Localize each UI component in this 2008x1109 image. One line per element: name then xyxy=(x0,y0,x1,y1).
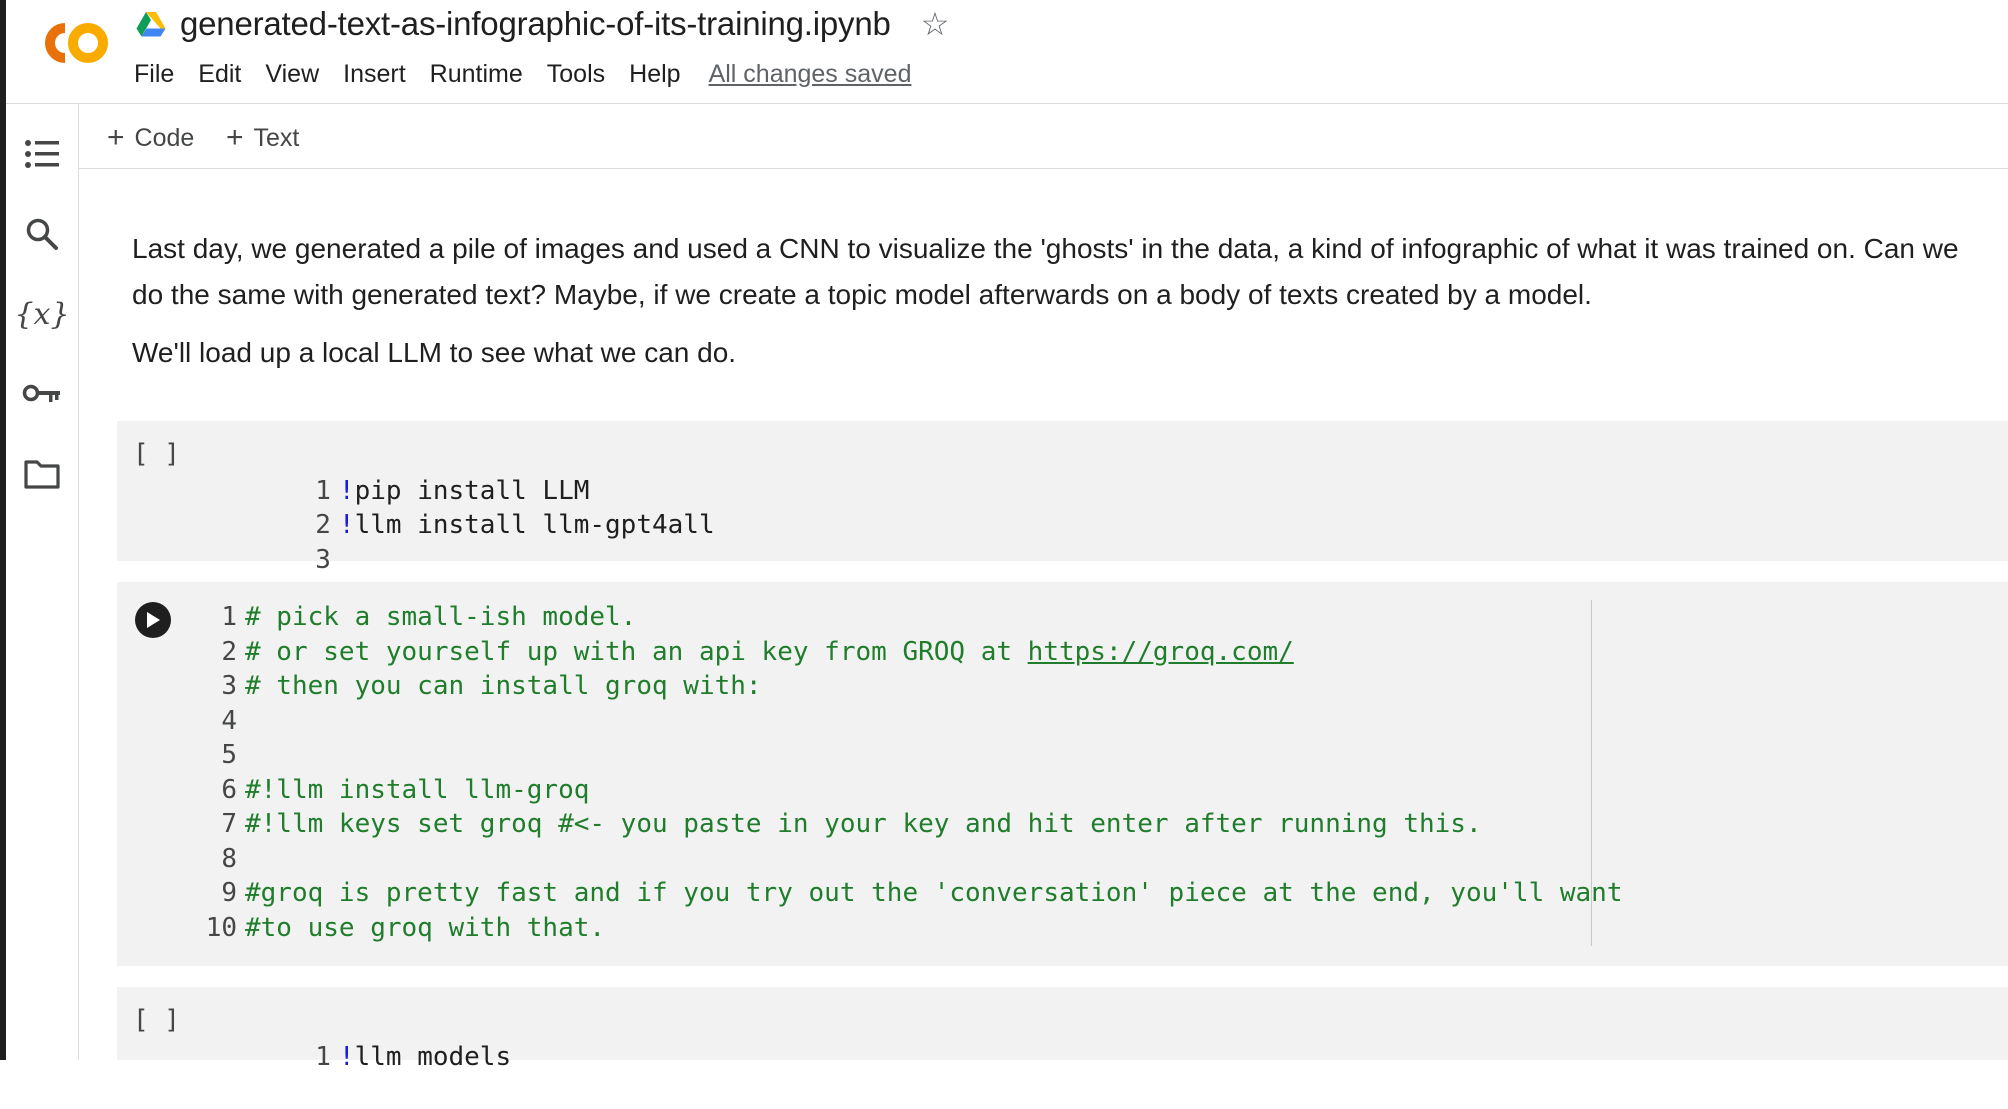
code-comment: #!llm install llm-groq xyxy=(245,774,590,805)
line-number: 1 xyxy=(221,602,237,632)
code-line: 3 # then you can install groq with: xyxy=(185,669,1623,704)
code-editor[interactable]: 1 # pick a small-ish model. 2 # or set you… xyxy=(185,600,1623,945)
notebook-toolbar: + Code + Text xyxy=(79,104,2008,169)
shell-bang: ! xyxy=(338,1041,355,1072)
add-text-button[interactable]: + Text xyxy=(226,120,299,156)
plus-icon: + xyxy=(226,121,244,154)
code-comment: # pick a small-ish model. xyxy=(245,602,637,632)
google-drive-icon[interactable] xyxy=(136,11,166,37)
menu-bar: File Edit View Insert Runtime Tools Help… xyxy=(134,56,911,92)
code-cell[interactable]: 1 # pick a small-ish model. 2 # or set you… xyxy=(117,582,2008,966)
markdown-paragraph: Last day, we generated a pile of images … xyxy=(132,233,1959,310)
code-text: pip install LLM xyxy=(354,475,590,506)
code-cell[interactable]: [ ] 1 !llm models xyxy=(117,987,2008,1072)
code-comment: # then you can install groq with: xyxy=(245,671,762,701)
code-cell[interactable]: [ ] 1 !pip install LLM 2 !llm install llm-… xyxy=(117,421,2008,575)
code-line: 5 xyxy=(185,738,1623,773)
line-number: 4 xyxy=(221,705,237,736)
code-editor[interactable]: 1 !llm models xyxy=(185,1005,511,1072)
code-line: 1 !pip install LLM xyxy=(185,439,715,506)
variables-icon[interactable]: {x} xyxy=(14,294,69,334)
left-sidebar: {x} xyxy=(6,104,79,1060)
shell-bang: ! xyxy=(338,510,355,540)
code-comment: #to use groq with that. xyxy=(245,912,606,943)
line-number: 6 xyxy=(221,774,237,805)
code-line: 6 #!llm install llm-groq xyxy=(185,773,1623,808)
line-number: 2 xyxy=(315,510,331,540)
play-icon xyxy=(147,612,160,628)
markdown-paragraph: We'll load up a local LLM to see what we… xyxy=(132,337,737,368)
markdown-cell[interactable]: Last day, we generated a pile of images … xyxy=(132,226,1992,376)
code-line: 1 # pick a small-ish model. xyxy=(185,600,1623,635)
menu-runtime[interactable]: Runtime xyxy=(430,60,523,89)
files-folder-icon[interactable] xyxy=(22,454,62,494)
run-cell-bracket[interactable]: [ ] xyxy=(133,439,180,469)
add-code-button[interactable]: + Code xyxy=(107,120,194,156)
line-number: 2 xyxy=(221,636,237,667)
menu-insert[interactable]: Insert xyxy=(343,60,406,89)
save-status[interactable]: All changes saved xyxy=(709,60,912,89)
colab-logo[interactable] xyxy=(32,20,110,66)
line-number: 1 xyxy=(315,1041,331,1072)
code-line: 7 #!llm keys set groq #<- you paste in yo… xyxy=(185,807,1623,842)
code-comment: #groq is pretty fast and if you try out … xyxy=(245,878,1623,908)
code-text: llm install llm-gpt4all xyxy=(354,510,715,540)
menu-view[interactable]: View xyxy=(265,60,319,89)
menu-tools[interactable]: Tools xyxy=(547,60,605,89)
run-cell-bracket[interactable]: [ ] xyxy=(133,1005,180,1035)
line-number: 5 xyxy=(221,740,237,770)
code-line: 8 xyxy=(185,842,1623,877)
secrets-key-icon[interactable] xyxy=(22,374,62,414)
line-number: 3 xyxy=(221,671,237,701)
groq-link[interactable]: https://groq.com/ xyxy=(1028,637,1294,667)
search-icon[interactable] xyxy=(22,214,62,254)
line-number: 8 xyxy=(221,843,237,874)
menu-help[interactable]: Help xyxy=(629,60,680,89)
line-number: 7 xyxy=(221,809,237,839)
code-comment: # or set yourself up with an api key fro… xyxy=(245,636,1028,667)
code-comment: #!llm keys set groq #<- you paste in you… xyxy=(245,809,1482,839)
line-number: 3 xyxy=(315,544,331,575)
star-icon[interactable]: ☆ xyxy=(921,8,950,40)
code-line: 9 #groq is pretty fast and if you try out… xyxy=(185,876,1623,911)
line-number: 1 xyxy=(315,475,331,506)
menu-file[interactable]: File xyxy=(134,60,174,89)
code-editor[interactable]: 1 !pip install LLM 2 !llm install llm-gpt4… xyxy=(185,439,715,575)
line-number: 10 xyxy=(205,912,237,943)
shell-bang: ! xyxy=(338,475,355,506)
add-text-label: Text xyxy=(253,123,300,152)
menu-edit[interactable]: Edit xyxy=(198,60,241,89)
code-line: 4 xyxy=(185,704,1623,739)
run-cell-button[interactable] xyxy=(135,602,171,638)
add-code-label: Code xyxy=(134,123,195,152)
code-text: llm models xyxy=(354,1041,512,1072)
code-line: 10 #to use groq with that. xyxy=(185,911,1623,946)
line-number: 9 xyxy=(221,878,237,908)
notebook-title[interactable]: generated-text-as-infographic-of-its-tra… xyxy=(180,5,891,43)
title-row: generated-text-as-infographic-of-its-tra… xyxy=(136,2,949,46)
code-line: 2 # or set yourself up with an api key fr… xyxy=(185,635,1623,670)
code-line: 1 !llm models xyxy=(185,1005,511,1072)
table-of-contents-icon[interactable] xyxy=(22,134,62,174)
plus-icon: + xyxy=(107,121,125,154)
